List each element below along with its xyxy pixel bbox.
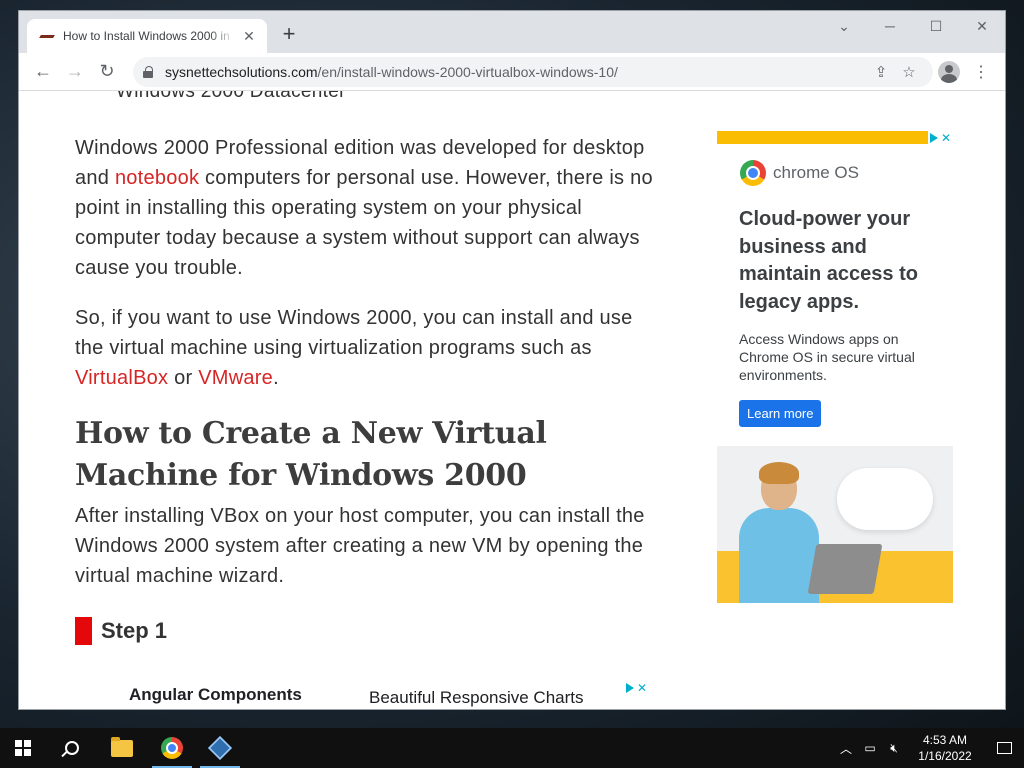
- url-path: /en/install-windows-2000-virtualbox-wind…: [317, 63, 618, 80]
- ad-headline: Cloud-power your business and maintain a…: [739, 208, 918, 313]
- virtualbox-icon: [207, 735, 233, 761]
- person-figure: [739, 462, 819, 603]
- tray-chevron-icon[interactable]: ︿: [834, 740, 858, 757]
- cut-off-list-item: Windows 2000 Datacenter: [116, 91, 346, 102]
- maximize-button[interactable]: ☐: [913, 11, 959, 41]
- menu-kebab-icon[interactable]: ⋮: [965, 57, 997, 87]
- tab-title: How to Install Windows 2000 in VirtualBo…: [63, 29, 235, 43]
- learn-more-button[interactable]: Learn more: [739, 400, 822, 427]
- close-window-button[interactable]: ✕: [959, 11, 1005, 41]
- link-notebook[interactable]: notebook: [115, 167, 199, 189]
- network-icon[interactable]: ▭: [858, 741, 882, 755]
- ad-body: Access Windows apps on Chrome OS in secu…: [739, 331, 915, 383]
- address-bar[interactable]: sysnettechsolutions.com/en/install-windo…: [133, 56, 933, 87]
- paragraph-2: So, if you want to use Windows 2000, you…: [75, 303, 655, 393]
- tab-close-icon[interactable]: ✕: [241, 28, 257, 45]
- tab-search-chevron-icon[interactable]: ⌄: [821, 11, 867, 41]
- side-ad-banner[interactable]: ✕ chrome OS Cloud-power your business an…: [717, 131, 953, 603]
- paragraph-3: After installing VBox on your host compu…: [75, 505, 645, 587]
- taskbar: ︿ ▭ 🔇︎ 4:53 AM 1/16/2022: [0, 728, 1024, 768]
- browser-window: How to Install Windows 2000 in VirtualBo…: [18, 10, 1006, 710]
- adchoices-icon[interactable]: ✕: [626, 681, 647, 695]
- virtualbox-taskbar-button[interactable]: [196, 728, 244, 768]
- avatar: [938, 60, 960, 83]
- forward-button[interactable]: →: [59, 57, 91, 87]
- window-controls: ⌄ ─ ☐ ✕: [821, 11, 1005, 41]
- ad-brand: chrome OS: [740, 160, 953, 186]
- url-text[interactable]: sysnettechsolutions.com/en/install-windo…: [165, 64, 867, 80]
- file-explorer-button[interactable]: [98, 728, 146, 768]
- clock-date: 1/16/2022: [918, 749, 972, 763]
- notification-icon: [996, 742, 1012, 754]
- adchoices-icon[interactable]: ✕: [927, 131, 953, 145]
- step-marker: [75, 617, 92, 645]
- cloud-graphic: [837, 468, 933, 530]
- notifications-button[interactable]: [984, 728, 1024, 768]
- volume-muted-icon[interactable]: 🔇︎: [882, 741, 906, 756]
- chrome-taskbar-button[interactable]: [148, 728, 196, 768]
- folder-icon: [111, 736, 133, 757]
- bookmark-star-icon[interactable]: ☆: [895, 63, 923, 81]
- minimize-button[interactable]: ─: [867, 11, 913, 41]
- ad-brand-name: chrome OS: [773, 163, 859, 182]
- chrome-logo-icon: [740, 160, 766, 186]
- text-run: So, if you want to use Windows 2000, you…: [75, 307, 633, 359]
- text-run: or: [168, 367, 199, 389]
- lock-icon[interactable]: [143, 65, 155, 78]
- ad-top-bar: [717, 131, 953, 144]
- profile-button[interactable]: [933, 57, 965, 87]
- start-button[interactable]: [0, 728, 46, 768]
- clock-time: 4:53 AM: [922, 733, 968, 747]
- system-tray: ︿ ▭ 🔇︎ 4:53 AM 1/16/2022: [834, 728, 1024, 768]
- paragraph-1: Windows 2000 Professional edition was de…: [75, 133, 655, 283]
- text-run: .: [273, 367, 279, 389]
- article-body: Windows 2000 Professional edition was de…: [75, 133, 655, 645]
- back-button[interactable]: ←: [27, 57, 59, 87]
- tab-active[interactable]: How to Install Windows 2000 in VirtualBo…: [27, 19, 267, 53]
- browser-toolbar: ← → ↻ sysnettechsolutions.com/en/install…: [19, 53, 1005, 91]
- step-title: Step 1: [101, 618, 168, 643]
- reload-button[interactable]: ↻: [91, 57, 123, 87]
- person-body: [739, 508, 819, 603]
- share-icon[interactable]: ⇪: [867, 63, 895, 81]
- tab-strip: How to Install Windows 2000 in VirtualBo…: [19, 11, 1005, 53]
- search-icon: [65, 741, 79, 755]
- step-heading: Step 1: [75, 617, 655, 645]
- laptop-graphic: [807, 544, 883, 594]
- ad-photo: [717, 446, 953, 603]
- page-content: Windows 2000 Datacenter Windows 2000 Pro…: [19, 91, 1005, 709]
- person-hair: [759, 462, 799, 484]
- link-vmware[interactable]: VMware: [198, 367, 273, 389]
- section-heading: How to Create a New Virtual Machine for …: [75, 416, 547, 493]
- url-host: sysnettechsolutions.com: [165, 63, 318, 80]
- ad-text-charts[interactable]: Beautiful Responsive Charts: [369, 688, 584, 708]
- search-button[interactable]: [50, 728, 94, 768]
- ad-text-angular[interactable]: Angular Components: [129, 685, 302, 705]
- link-virtualbox[interactable]: VirtualBox: [75, 367, 168, 389]
- clock[interactable]: 4:53 AM 1/16/2022: [906, 732, 984, 764]
- bottom-ad-banner[interactable]: Angular Components Beautiful Responsive …: [129, 681, 655, 709]
- new-tab-button[interactable]: +: [277, 23, 301, 45]
- chrome-icon: [161, 737, 183, 759]
- windows-logo-icon: [15, 740, 31, 756]
- site-favicon-icon: [39, 28, 55, 44]
